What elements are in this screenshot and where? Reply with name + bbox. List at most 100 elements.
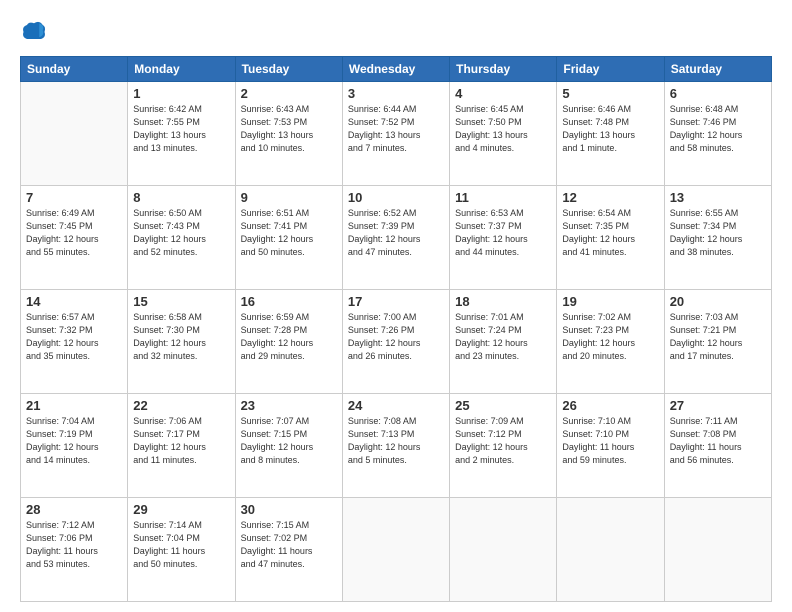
day-number: 4 xyxy=(455,86,551,101)
page: SundayMondayTuesdayWednesdayThursdayFrid… xyxy=(0,0,792,612)
day-info: Sunrise: 6:52 AM Sunset: 7:39 PM Dayligh… xyxy=(348,207,444,259)
day-number: 7 xyxy=(26,190,122,205)
day-info: Sunrise: 6:43 AM Sunset: 7:53 PM Dayligh… xyxy=(241,103,337,155)
day-info: Sunrise: 6:57 AM Sunset: 7:32 PM Dayligh… xyxy=(26,311,122,363)
day-info: Sunrise: 6:46 AM Sunset: 7:48 PM Dayligh… xyxy=(562,103,658,155)
calendar-cell: 27 Sunrise: 7:11 AM Sunset: 7:08 PM Dayli… xyxy=(664,394,771,498)
calendar-cell: 14 Sunrise: 6:57 AM Sunset: 7:32 PM Dayli… xyxy=(21,290,128,394)
day-number: 13 xyxy=(670,190,766,205)
calendar-cell: 9 Sunrise: 6:51 AM Sunset: 7:41 PM Daylig… xyxy=(235,186,342,290)
day-number: 19 xyxy=(562,294,658,309)
calendar-cell: 11 Sunrise: 6:53 AM Sunset: 7:37 PM Dayli… xyxy=(450,186,557,290)
calendar-cell xyxy=(664,498,771,602)
day-info: Sunrise: 6:53 AM Sunset: 7:37 PM Dayligh… xyxy=(455,207,551,259)
calendar-week-row: 14 Sunrise: 6:57 AM Sunset: 7:32 PM Dayli… xyxy=(21,290,772,394)
day-info: Sunrise: 7:09 AM Sunset: 7:12 PM Dayligh… xyxy=(455,415,551,467)
calendar-cell: 19Sunrise: 7:02 AM Sunset: 7:23 PM Dayli… xyxy=(557,290,664,394)
day-number: 28 xyxy=(26,502,122,517)
calendar-cell: 7 Sunrise: 6:49 AM Sunset: 7:45 PM Daylig… xyxy=(21,186,128,290)
day-info: Sunrise: 7:14 AM Sunset: 7:04 PM Dayligh… xyxy=(133,519,229,571)
calendar-week-row: 28 Sunrise: 7:12 AM Sunset: 7:06 PM Dayli… xyxy=(21,498,772,602)
calendar-cell: 18 Sunrise: 7:01 AM Sunset: 7:24 PM Dayli… xyxy=(450,290,557,394)
day-info: Sunrise: 6:54 AM Sunset: 7:35 PM Dayligh… xyxy=(562,207,658,259)
day-info: Sunrise: 6:45 AM Sunset: 7:50 PM Dayligh… xyxy=(455,103,551,155)
day-info: Sunrise: 6:55 AM Sunset: 7:34 PM Dayligh… xyxy=(670,207,766,259)
day-number: 2 xyxy=(241,86,337,101)
weekday-header: Monday xyxy=(128,57,235,82)
calendar-week-row: 1Sunrise: 6:42 AM Sunset: 7:55 PM Daylig… xyxy=(21,82,772,186)
day-number: 22 xyxy=(133,398,229,413)
calendar-cell: 8 Sunrise: 6:50 AM Sunset: 7:43 PM Daylig… xyxy=(128,186,235,290)
day-info: Sunrise: 6:51 AM Sunset: 7:41 PM Dayligh… xyxy=(241,207,337,259)
calendar-cell xyxy=(557,498,664,602)
calendar-cell: 20 Sunrise: 7:03 AM Sunset: 7:21 PM Dayli… xyxy=(664,290,771,394)
weekday-header: Wednesday xyxy=(342,57,449,82)
day-info: Sunrise: 7:12 AM Sunset: 7:06 PM Dayligh… xyxy=(26,519,122,571)
day-number: 23 xyxy=(241,398,337,413)
day-number: 27 xyxy=(670,398,766,413)
day-number: 16 xyxy=(241,294,337,309)
day-number: 24 xyxy=(348,398,444,413)
logo-icon xyxy=(20,18,48,46)
day-number: 29 xyxy=(133,502,229,517)
day-number: 21 xyxy=(26,398,122,413)
day-info: Sunrise: 6:50 AM Sunset: 7:43 PM Dayligh… xyxy=(133,207,229,259)
calendar-cell: 24 Sunrise: 7:08 AM Sunset: 7:13 PM Dayli… xyxy=(342,394,449,498)
calendar-cell: 28 Sunrise: 7:12 AM Sunset: 7:06 PM Dayli… xyxy=(21,498,128,602)
calendar-cell: 6 Sunrise: 6:48 AM Sunset: 7:46 PM Daylig… xyxy=(664,82,771,186)
header-row: SundayMondayTuesdayWednesdayThursdayFrid… xyxy=(21,57,772,82)
calendar-table: SundayMondayTuesdayWednesdayThursdayFrid… xyxy=(20,56,772,602)
calendar-cell: 1Sunrise: 6:42 AM Sunset: 7:55 PM Daylig… xyxy=(128,82,235,186)
calendar-cell: 29 Sunrise: 7:14 AM Sunset: 7:04 PM Dayli… xyxy=(128,498,235,602)
calendar-cell: 23 Sunrise: 7:07 AM Sunset: 7:15 PM Dayli… xyxy=(235,394,342,498)
day-info: Sunrise: 7:07 AM Sunset: 7:15 PM Dayligh… xyxy=(241,415,337,467)
day-number: 26 xyxy=(562,398,658,413)
day-number: 30 xyxy=(241,502,337,517)
day-number: 14 xyxy=(26,294,122,309)
day-info: Sunrise: 6:59 AM Sunset: 7:28 PM Dayligh… xyxy=(241,311,337,363)
day-number: 9 xyxy=(241,190,337,205)
day-info: Sunrise: 7:06 AM Sunset: 7:17 PM Dayligh… xyxy=(133,415,229,467)
day-number: 18 xyxy=(455,294,551,309)
calendar-cell: 26 Sunrise: 7:10 AM Sunset: 7:10 PM Dayli… xyxy=(557,394,664,498)
calendar-week-row: 7 Sunrise: 6:49 AM Sunset: 7:45 PM Daylig… xyxy=(21,186,772,290)
day-number: 8 xyxy=(133,190,229,205)
day-info: Sunrise: 7:01 AM Sunset: 7:24 PM Dayligh… xyxy=(455,311,551,363)
calendar-cell: 30 Sunrise: 7:15 AM Sunset: 7:02 PM Dayli… xyxy=(235,498,342,602)
calendar-cell: 4 Sunrise: 6:45 AM Sunset: 7:50 PM Daylig… xyxy=(450,82,557,186)
day-info: Sunrise: 7:11 AM Sunset: 7:08 PM Dayligh… xyxy=(670,415,766,467)
day-number: 20 xyxy=(670,294,766,309)
calendar-cell: 2 Sunrise: 6:43 AM Sunset: 7:53 PM Daylig… xyxy=(235,82,342,186)
day-info: Sunrise: 7:15 AM Sunset: 7:02 PM Dayligh… xyxy=(241,519,337,571)
day-number: 25 xyxy=(455,398,551,413)
calendar-cell: 12 Sunrise: 6:54 AM Sunset: 7:35 PM Dayli… xyxy=(557,186,664,290)
day-number: 12 xyxy=(562,190,658,205)
logo xyxy=(20,18,52,46)
day-number: 3 xyxy=(348,86,444,101)
weekday-header: Friday xyxy=(557,57,664,82)
day-info: Sunrise: 7:00 AM Sunset: 7:26 PM Dayligh… xyxy=(348,311,444,363)
calendar-cell: 10 Sunrise: 6:52 AM Sunset: 7:39 PM Dayli… xyxy=(342,186,449,290)
header xyxy=(20,18,772,46)
calendar-cell xyxy=(342,498,449,602)
calendar-cell: 16 Sunrise: 6:59 AM Sunset: 7:28 PM Dayli… xyxy=(235,290,342,394)
day-number: 10 xyxy=(348,190,444,205)
day-number: 5 xyxy=(562,86,658,101)
day-info: Sunrise: 7:03 AM Sunset: 7:21 PM Dayligh… xyxy=(670,311,766,363)
weekday-header: Thursday xyxy=(450,57,557,82)
day-number: 17 xyxy=(348,294,444,309)
weekday-header: Sunday xyxy=(21,57,128,82)
day-number: 6 xyxy=(670,86,766,101)
weekday-header: Tuesday xyxy=(235,57,342,82)
day-info: Sunrise: 6:49 AM Sunset: 7:45 PM Dayligh… xyxy=(26,207,122,259)
calendar-cell xyxy=(21,82,128,186)
day-number: 11 xyxy=(455,190,551,205)
day-info: Sunrise: 6:48 AM Sunset: 7:46 PM Dayligh… xyxy=(670,103,766,155)
day-info: Sunrise: 6:58 AM Sunset: 7:30 PM Dayligh… xyxy=(133,311,229,363)
calendar-cell: 13 Sunrise: 6:55 AM Sunset: 7:34 PM Dayli… xyxy=(664,186,771,290)
day-number: 15 xyxy=(133,294,229,309)
day-info: Sunrise: 7:10 AM Sunset: 7:10 PM Dayligh… xyxy=(562,415,658,467)
day-info: Sunrise: 7:04 AM Sunset: 7:19 PM Dayligh… xyxy=(26,415,122,467)
day-info: Sunrise: 7:08 AM Sunset: 7:13 PM Dayligh… xyxy=(348,415,444,467)
day-number: 1 xyxy=(133,86,229,101)
